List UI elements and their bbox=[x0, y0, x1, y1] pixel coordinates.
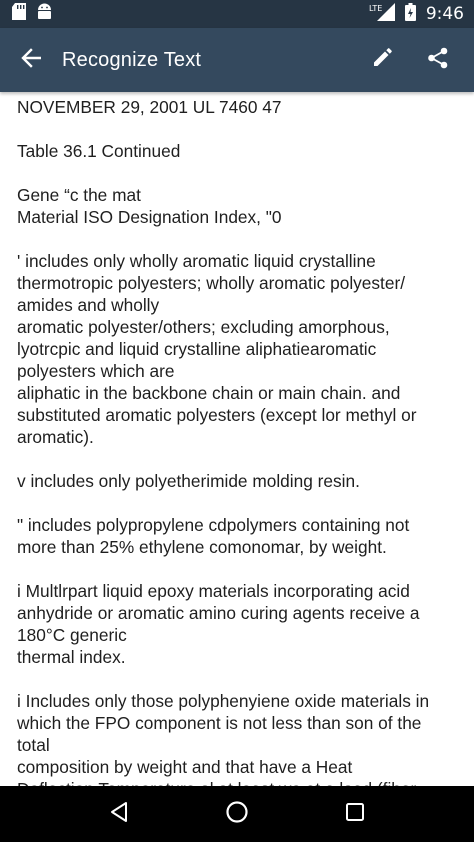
text-paragraph: Table 36.1 Continued bbox=[17, 141, 181, 161]
text-paragraph: " includes polypropylene cdpolymers cont… bbox=[17, 515, 410, 557]
signal-icon: LTE bbox=[369, 2, 395, 26]
edit-button[interactable] bbox=[354, 28, 410, 92]
home-circle-icon bbox=[225, 800, 249, 829]
text-paragraph: i Includes only those polyphenyiene oxid… bbox=[17, 691, 430, 786]
text-paragraph: NOVEMBER 29, 2001 UL 7460 47 bbox=[17, 97, 282, 117]
text-paragraph: Gene “c the mat Material ISO Designation… bbox=[17, 185, 282, 227]
text-paragraph: v includes only polyetherimide molding r… bbox=[17, 471, 360, 491]
recents-square-icon bbox=[345, 802, 365, 827]
nav-back-button[interactable] bbox=[89, 786, 149, 842]
back-triangle-icon bbox=[109, 801, 129, 828]
recognized-text-area[interactable]: NOVEMBER 29, 2001 UL 7460 47 Table 36.1 … bbox=[0, 92, 474, 786]
text-paragraph: i Multlrpart liquid epoxy materials inco… bbox=[17, 581, 420, 667]
share-icon bbox=[427, 47, 449, 74]
nav-recents-button[interactable] bbox=[325, 786, 385, 842]
status-time: 9:46 bbox=[425, 4, 464, 24]
network-label: LTE bbox=[369, 4, 382, 13]
app-bar: Recognize Text bbox=[0, 28, 474, 92]
status-bar: LTE 9:46 bbox=[0, 0, 474, 28]
nav-home-button[interactable] bbox=[207, 786, 267, 842]
back-arrow-icon bbox=[21, 47, 42, 73]
back-button[interactable] bbox=[0, 28, 62, 92]
pencil-icon bbox=[371, 47, 393, 74]
android-icon bbox=[36, 3, 53, 25]
sd-card-icon bbox=[12, 3, 26, 25]
status-right: LTE 9:46 bbox=[369, 2, 464, 26]
navigation-bar bbox=[0, 786, 474, 842]
page-title: Recognize Text bbox=[62, 48, 202, 71]
share-button[interactable] bbox=[410, 28, 466, 92]
status-left bbox=[12, 3, 53, 25]
battery-icon bbox=[404, 2, 416, 26]
text-paragraph: ' includes only wholly aromatic liquid c… bbox=[17, 251, 417, 447]
